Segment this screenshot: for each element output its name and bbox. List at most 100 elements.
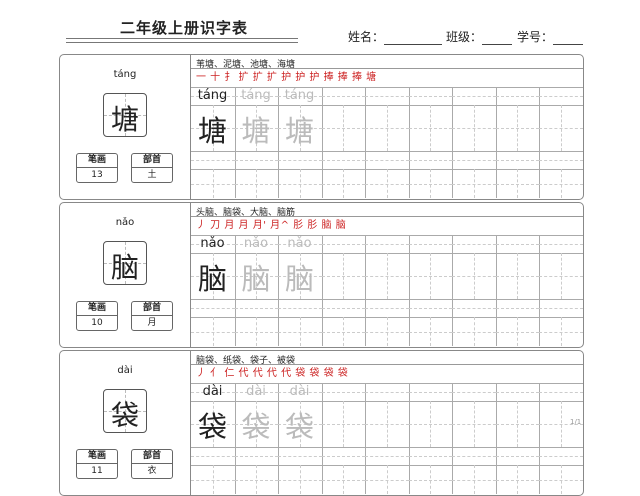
writing-cell[interactable] xyxy=(539,317,583,346)
writing-cell[interactable] xyxy=(365,383,410,401)
writing-cell[interactable] xyxy=(408,401,453,447)
class-field[interactable]: 班级： xyxy=(446,28,513,45)
writing-cell[interactable] xyxy=(408,169,453,198)
writing-cell[interactable] xyxy=(495,253,540,299)
writing-cell[interactable] xyxy=(539,447,583,465)
writing-cell[interactable] xyxy=(408,299,453,317)
writing-cell[interactable] xyxy=(191,447,236,465)
writing-cell[interactable] xyxy=(495,151,540,169)
writing-cell[interactable] xyxy=(539,151,583,169)
writing-cell[interactable] xyxy=(539,383,583,401)
name-field[interactable]: 姓名： xyxy=(348,28,443,45)
writing-cell[interactable] xyxy=(539,235,583,253)
writing-grid[interactable]: nǎo 脑 nǎo 脑 nǎo 脑 xyxy=(191,235,583,346)
writing-cell[interactable] xyxy=(365,253,410,299)
writing-cell[interactable] xyxy=(278,317,323,346)
writing-cell[interactable] xyxy=(495,299,540,317)
writing-cell[interactable] xyxy=(452,401,497,447)
writing-cell[interactable] xyxy=(191,465,236,494)
writing-cell[interactable] xyxy=(408,383,453,401)
writing-cell[interactable] xyxy=(365,299,410,317)
pinyin-trace: nǎo xyxy=(243,236,269,251)
writing-cell[interactable] xyxy=(408,151,453,169)
writing-cell[interactable] xyxy=(234,299,279,317)
writing-cell[interactable] xyxy=(408,235,453,253)
writing-cell[interactable] xyxy=(495,383,540,401)
writing-cell[interactable] xyxy=(539,169,583,198)
writing-grid[interactable]: táng 塘 táng 塘 táng 塘 xyxy=(191,87,583,198)
writing-cell[interactable] xyxy=(365,465,410,494)
writing-cell[interactable] xyxy=(191,299,236,317)
writing-cell[interactable] xyxy=(495,447,540,465)
writing-cell[interactable] xyxy=(278,465,323,494)
writing-cell[interactable] xyxy=(321,465,366,494)
writing-cell[interactable] xyxy=(495,401,540,447)
writing-cell[interactable] xyxy=(365,151,410,169)
writing-cell[interactable] xyxy=(278,447,323,465)
writing-cell[interactable] xyxy=(321,87,366,105)
writing-cell[interactable] xyxy=(408,317,453,346)
writing-cell[interactable] xyxy=(495,235,540,253)
writing-cell[interactable] xyxy=(278,299,323,317)
writing-cell[interactable] xyxy=(495,317,540,346)
writing-cell[interactable] xyxy=(452,253,497,299)
writing-cell[interactable] xyxy=(495,105,540,151)
writing-cell[interactable] xyxy=(452,447,497,465)
writing-cell[interactable] xyxy=(234,169,279,198)
writing-cell[interactable] xyxy=(234,447,279,465)
writing-cell[interactable] xyxy=(452,87,497,105)
writing-cell[interactable] xyxy=(365,447,410,465)
writing-cell[interactable] xyxy=(408,447,453,465)
writing-cell[interactable] xyxy=(408,105,453,151)
writing-cell[interactable] xyxy=(495,465,540,494)
writing-cell[interactable] xyxy=(539,253,583,299)
student-id-blank[interactable] xyxy=(553,32,584,45)
writing-cell[interactable] xyxy=(408,87,453,105)
writing-cell[interactable] xyxy=(321,447,366,465)
writing-cell[interactable] xyxy=(234,465,279,494)
name-blank[interactable] xyxy=(384,32,443,45)
writing-cell[interactable] xyxy=(278,169,323,198)
writing-cell[interactable] xyxy=(495,169,540,198)
writing-cell[interactable] xyxy=(495,87,540,105)
writing-cell[interactable] xyxy=(191,169,236,198)
writing-cell[interactable] xyxy=(321,383,366,401)
writing-cell[interactable] xyxy=(408,465,453,494)
writing-cell[interactable] xyxy=(191,151,236,169)
class-blank[interactable] xyxy=(482,32,513,45)
writing-cell[interactable] xyxy=(452,169,497,198)
writing-cell[interactable] xyxy=(408,253,453,299)
writing-cell[interactable] xyxy=(539,105,583,151)
writing-grid[interactable]: dài 袋 dài 袋 dài 袋 xyxy=(191,383,583,494)
writing-cell[interactable] xyxy=(234,317,279,346)
writing-cell[interactable] xyxy=(452,105,497,151)
writing-cell[interactable] xyxy=(452,465,497,494)
writing-cell[interactable] xyxy=(321,151,366,169)
writing-cell[interactable] xyxy=(365,317,410,346)
writing-cell[interactable] xyxy=(321,299,366,317)
student-id-field[interactable]: 学号： xyxy=(517,28,584,45)
writing-cell[interactable] xyxy=(539,87,583,105)
writing-cell[interactable] xyxy=(365,105,410,151)
writing-cell[interactable] xyxy=(452,383,497,401)
character-trace: 脑 xyxy=(241,262,271,296)
writing-cell[interactable] xyxy=(539,465,583,494)
writing-cell[interactable] xyxy=(452,299,497,317)
writing-cell[interactable] xyxy=(234,151,279,169)
writing-cell[interactable] xyxy=(321,401,366,447)
writing-cell[interactable] xyxy=(452,151,497,169)
writing-cell[interactable] xyxy=(365,87,410,105)
writing-cell[interactable] xyxy=(365,235,410,253)
writing-cell[interactable] xyxy=(452,317,497,346)
writing-cell[interactable] xyxy=(278,151,323,169)
writing-cell[interactable] xyxy=(321,253,366,299)
writing-cell[interactable] xyxy=(539,299,583,317)
writing-cell[interactable] xyxy=(365,401,410,447)
writing-cell[interactable] xyxy=(321,317,366,346)
writing-cell[interactable] xyxy=(452,235,497,253)
writing-cell[interactable] xyxy=(321,105,366,151)
writing-cell[interactable] xyxy=(321,235,366,253)
writing-cell[interactable] xyxy=(321,169,366,198)
writing-cell[interactable] xyxy=(365,169,410,198)
writing-cell[interactable] xyxy=(191,317,236,346)
